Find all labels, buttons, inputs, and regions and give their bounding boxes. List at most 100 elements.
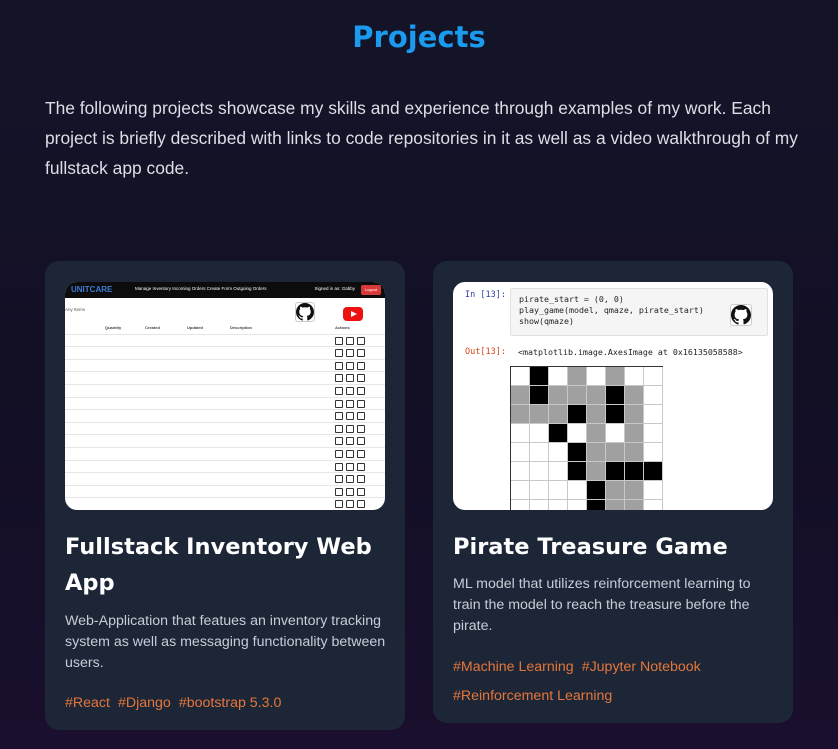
maze-cell [568,443,587,462]
table-header-cell: Quantity [105,325,122,330]
maze-cell [587,500,606,510]
row-action-icon[interactable] [335,500,343,509]
maze-cell [549,443,568,462]
row-action-icon[interactable] [346,487,354,496]
row-action-icon[interactable] [357,374,365,383]
row-action-icon[interactable] [346,462,354,471]
notebook-output: <matplotlib.image.AxesImage at 0x1613505… [518,347,743,357]
row-action-icon[interactable] [335,386,343,395]
project-card-pirate[interactable]: In [13]: pirate_start = (0, 0) play_game… [433,261,793,723]
row-action-icon[interactable] [346,386,354,395]
row-action-icon[interactable] [346,361,354,370]
notebook-in-prompt: In [13]: [465,290,506,300]
row-action-icon[interactable] [346,500,354,509]
maze-cell [530,424,549,443]
screenshot-logo: UNITCARE [71,285,113,294]
table-header-cell: Actions [335,325,350,330]
tag: #Django [117,695,171,711]
maze-cell [530,367,549,386]
table-header-cell: Updated [187,325,203,330]
row-action-icon[interactable] [335,462,343,471]
table-row [65,347,385,360]
github-icon[interactable] [295,302,315,322]
youtube-icon[interactable] [343,307,363,321]
row-action-icon[interactable] [357,449,365,458]
maze-cell [606,424,625,443]
row-action-icon[interactable] [335,374,343,383]
row-action-icon[interactable] [346,424,354,433]
row-action-icon[interactable] [357,361,365,370]
maze-cell [587,386,606,405]
row-action-icon[interactable] [335,336,343,345]
project-screenshot[interactable]: UNITCARE Manage Inventory Incoming Order… [65,282,385,510]
maze-cell [587,462,606,481]
screenshot-user: Signed in as: Gabby [314,286,355,291]
row-action-icon[interactable] [357,386,365,395]
row-action-icon[interactable] [357,412,365,421]
row-action-icon[interactable] [357,336,365,345]
project-title: Fullstack Inventory Web App [65,534,372,596]
row-action-icon[interactable] [346,475,354,484]
tag: #React [65,695,110,711]
table-row [65,372,385,385]
row-action-icon[interactable] [335,361,343,370]
table-row [65,498,385,510]
maze-cell [568,462,587,481]
row-action-icon[interactable] [335,424,343,433]
maze-cell [625,443,644,462]
row-action-icon[interactable] [346,336,354,345]
github-icon[interactable] [730,304,752,326]
maze-cell [530,462,549,481]
row-action-icon[interactable] [335,487,343,496]
project-screenshot[interactable]: In [13]: pirate_start = (0, 0) play_game… [453,282,773,510]
row-action-icon[interactable] [335,349,343,358]
row-action-icon[interactable] [346,399,354,408]
row-action-icon[interactable] [335,475,343,484]
maze-cell [644,500,663,510]
project-card-inventory[interactable]: UNITCARE Manage Inventory Incoming Order… [45,261,405,730]
table-row [65,435,385,448]
row-action-icon[interactable] [357,462,365,471]
maze-cell [644,367,663,386]
maze-cell [530,405,549,424]
maze-cell [511,367,530,386]
row-action-icon[interactable] [346,449,354,458]
row-action-icon[interactable] [335,449,343,458]
row-action-icon[interactable] [335,412,343,421]
row-action-icon[interactable] [357,437,365,446]
row-action-icon[interactable] [357,424,365,433]
table-row [65,448,385,461]
maze-cell [511,405,530,424]
maze-grid [510,366,663,510]
row-action-icon[interactable] [357,475,365,484]
tag: #Machine Learning [453,659,574,675]
row-action-icon[interactable] [357,399,365,408]
table-row [65,398,385,411]
row-action-icon[interactable] [357,487,365,496]
project-tags: #Machine Learning #Jupyter Notebook #Reinf… [453,653,773,711]
row-action-icon[interactable] [357,500,365,509]
row-action-icon[interactable] [357,349,365,358]
maze-cell [587,481,606,500]
maze-cell [530,481,549,500]
row-action-icon[interactable] [346,412,354,421]
maze-cell [644,443,663,462]
maze-cell [644,424,663,443]
row-action-icon[interactable] [346,437,354,446]
section-intro: The following projects showcase my skill… [45,98,798,178]
row-action-icon[interactable] [346,349,354,358]
row-action-icon[interactable] [346,374,354,383]
maze-cell [549,386,568,405]
row-action-icon[interactable] [335,399,343,408]
maze-cell [568,405,587,424]
tag: #Jupyter Notebook [581,659,701,675]
tag: #bootstrap 5.3.0 [178,695,282,711]
row-action-icon[interactable] [335,437,343,446]
maze-cell [511,424,530,443]
screenshot-navbar: UNITCARE Manage Inventory Incoming Order… [65,282,385,298]
maze-cell [511,386,530,405]
table-header-cell: Description [230,325,253,330]
screenshot-logout: Logout [361,285,381,295]
maze-cell [549,462,568,481]
maze-cell [606,443,625,462]
